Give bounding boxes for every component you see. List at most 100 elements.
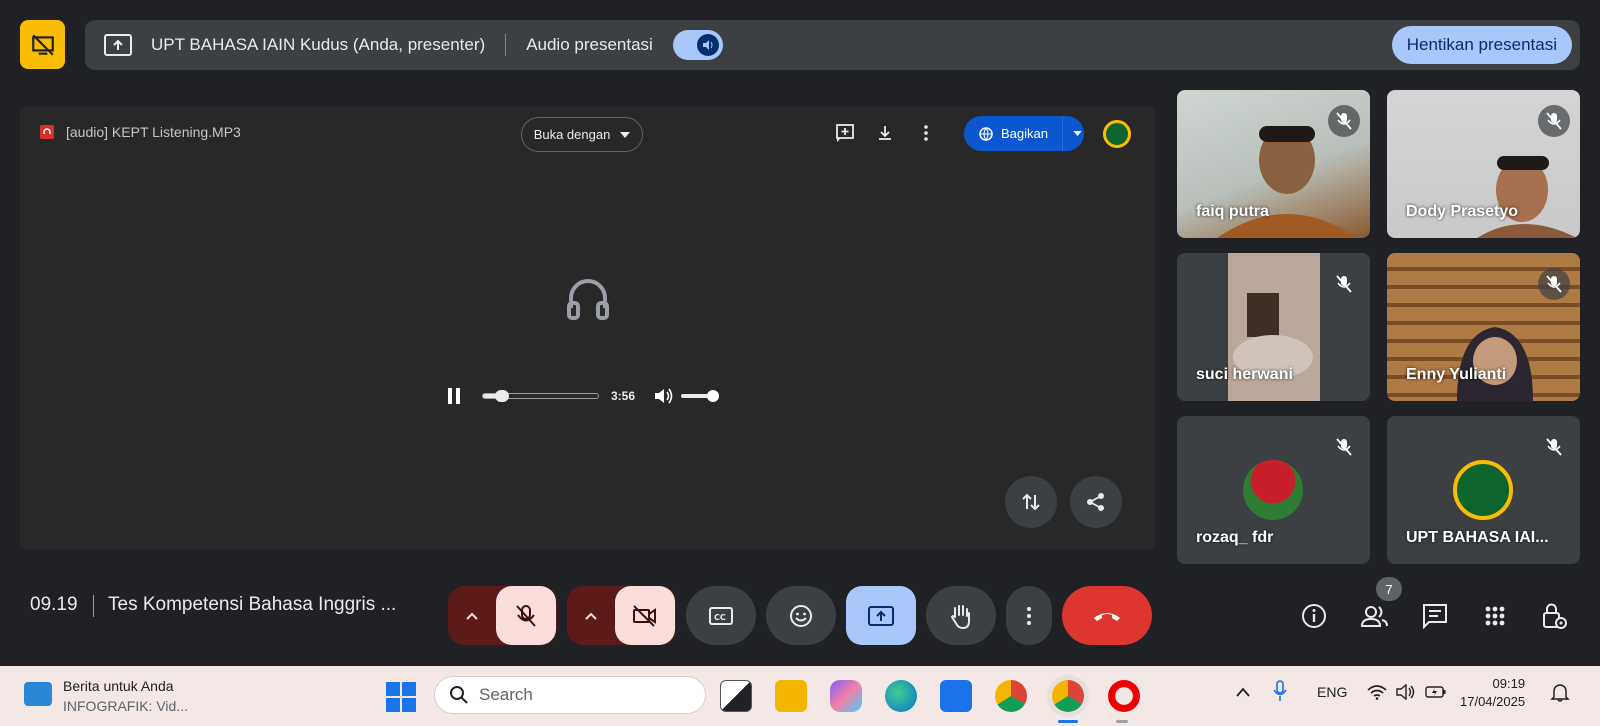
mic-options-button[interactable] bbox=[448, 612, 496, 620]
opera-icon[interactable] bbox=[1108, 680, 1140, 712]
news-widget-icon[interactable] bbox=[24, 682, 52, 706]
pause-button[interactable] bbox=[448, 388, 462, 404]
people-icon[interactable] bbox=[1360, 601, 1390, 631]
seek-thumb[interactable] bbox=[494, 390, 509, 402]
caret-down-icon[interactable] bbox=[1073, 131, 1082, 136]
audio-presentation-toggle[interactable] bbox=[672, 30, 723, 60]
share-icon-button[interactable] bbox=[1070, 476, 1122, 528]
taskbar-search-input[interactable]: Search bbox=[434, 676, 706, 714]
seek-bar[interactable] bbox=[482, 390, 599, 402]
host-controls-icon[interactable] bbox=[1539, 601, 1569, 631]
participant-name: Dody Prasetyo bbox=[1406, 203, 1519, 220]
chevron-up-icon bbox=[466, 612, 478, 620]
camera-toggle-button[interactable] bbox=[615, 586, 675, 645]
share-button[interactable]: Bagikan bbox=[964, 116, 1084, 151]
input-language[interactable]: ENG bbox=[1317, 684, 1347, 700]
chat-icon[interactable] bbox=[1420, 601, 1450, 631]
meeting-title: Tes Kompetensi Bahasa Inggris ... bbox=[108, 594, 397, 615]
participant-tile[interactable]: Enny Yulianti bbox=[1387, 253, 1580, 401]
add-comment-icon[interactable] bbox=[832, 120, 858, 146]
system-date: 17/04/2025 bbox=[1460, 694, 1526, 709]
speaker-icon bbox=[696, 34, 719, 56]
reactions-button[interactable] bbox=[766, 586, 836, 645]
open-with-label: Buka dengan bbox=[533, 127, 611, 142]
volume-slider[interactable] bbox=[681, 390, 720, 402]
search-icon bbox=[450, 686, 468, 704]
participant-tile[interactable]: UPT BAHASA IAI... bbox=[1387, 416, 1580, 564]
meeting-clock: 09.19 bbox=[30, 594, 78, 615]
news-title[interactable]: Berita untuk Anda bbox=[63, 678, 174, 694]
activities-icon[interactable] bbox=[1480, 601, 1510, 631]
leave-call-button[interactable] bbox=[1062, 586, 1152, 645]
caret-down-icon bbox=[620, 131, 631, 138]
closed-captions-icon: CC bbox=[709, 606, 733, 625]
avatar bbox=[1243, 460, 1303, 520]
present-to-all-icon bbox=[868, 605, 894, 626]
avatar bbox=[1453, 460, 1513, 520]
notifications-icon[interactable] bbox=[1550, 682, 1570, 705]
mic-off-icon bbox=[1538, 431, 1570, 463]
open-with-button[interactable]: Buka dengan bbox=[521, 117, 643, 152]
chevron-up-icon bbox=[585, 612, 597, 620]
presentation-off-icon[interactable] bbox=[20, 20, 65, 69]
more-options-button[interactable] bbox=[1006, 586, 1052, 645]
open-app-indicator bbox=[1116, 720, 1128, 723]
headphones-icon bbox=[565, 276, 615, 326]
account-avatar[interactable] bbox=[1103, 120, 1131, 148]
news-subtitle[interactable]: INFOGRAFIK: Vid... bbox=[63, 698, 188, 714]
divider bbox=[505, 34, 507, 56]
windows-start-icon[interactable] bbox=[386, 682, 416, 712]
present-screen-icon bbox=[103, 33, 133, 57]
participant-tile[interactable]: suci herwani bbox=[1177, 253, 1370, 401]
mic-off-icon bbox=[1328, 268, 1360, 300]
participant-name: faiq putra bbox=[1196, 203, 1269, 220]
system-clock[interactable]: 09:19 17/04/2025 bbox=[1460, 676, 1525, 709]
svg-text:CC: CC bbox=[714, 613, 726, 622]
mic-off-icon bbox=[516, 604, 536, 627]
share-icon bbox=[1087, 493, 1104, 511]
edge-icon[interactable] bbox=[885, 680, 917, 712]
raise-hand-button[interactable] bbox=[926, 586, 996, 645]
audio-player: 3:56 bbox=[440, 376, 740, 416]
info-icon[interactable] bbox=[1299, 601, 1329, 631]
captions-button[interactable]: CC bbox=[686, 586, 756, 645]
duration-label: 3:56 bbox=[611, 389, 636, 403]
participant-tile[interactable]: faiq putra bbox=[1177, 90, 1370, 238]
videocam-off-icon bbox=[633, 604, 656, 627]
participant-name: UPT BAHASA IAI... bbox=[1406, 529, 1549, 546]
volume-thumb[interactable] bbox=[707, 390, 720, 402]
emoji-icon bbox=[790, 604, 812, 627]
task-view-icon[interactable] bbox=[720, 680, 752, 712]
volume-icon[interactable] bbox=[653, 386, 675, 406]
chevron-up-icon[interactable] bbox=[1236, 684, 1250, 700]
chrome-icon[interactable] bbox=[995, 680, 1027, 712]
taskbar: Berita untuk Anda INFOGRAFIK: Vid... Sea… bbox=[0, 666, 1600, 726]
chrome-profile-icon[interactable] bbox=[1052, 680, 1084, 712]
more-vert-icon[interactable] bbox=[913, 120, 939, 146]
copilot-icon[interactable] bbox=[830, 680, 862, 712]
stop-presenting-button[interactable]: Hentikan presentasi bbox=[1391, 26, 1572, 64]
file-header: [audio] KEPT Listening.MP3 bbox=[40, 124, 241, 140]
battery-icon[interactable] bbox=[1425, 684, 1447, 703]
split-divider bbox=[1061, 116, 1063, 151]
swap-layout-button[interactable] bbox=[1005, 476, 1057, 528]
microphone-icon[interactable] bbox=[1273, 680, 1287, 705]
participant-tile[interactable]: Dody Prasetyo bbox=[1387, 90, 1580, 238]
swap-vert-icon bbox=[1022, 493, 1040, 511]
volume-icon[interactable] bbox=[1396, 683, 1416, 703]
active-app-indicator bbox=[1058, 720, 1078, 723]
mic-toggle-button[interactable] bbox=[496, 586, 556, 645]
mic-off-icon bbox=[1328, 105, 1360, 137]
search-placeholder: Search bbox=[479, 685, 533, 704]
file-explorer-icon[interactable] bbox=[775, 680, 807, 712]
hand-icon bbox=[950, 604, 970, 629]
mic-control-group bbox=[448, 586, 557, 645]
present-now-button[interactable] bbox=[846, 586, 916, 645]
store-icon[interactable] bbox=[940, 680, 972, 712]
wifi-icon[interactable] bbox=[1367, 684, 1387, 703]
camera-options-button[interactable] bbox=[567, 612, 615, 620]
file-name: [audio] KEPT Listening.MP3 bbox=[66, 124, 241, 140]
download-icon[interactable] bbox=[872, 120, 898, 146]
participant-tile[interactable]: rozaq_ fdr bbox=[1177, 416, 1370, 564]
globe-icon bbox=[979, 126, 993, 141]
